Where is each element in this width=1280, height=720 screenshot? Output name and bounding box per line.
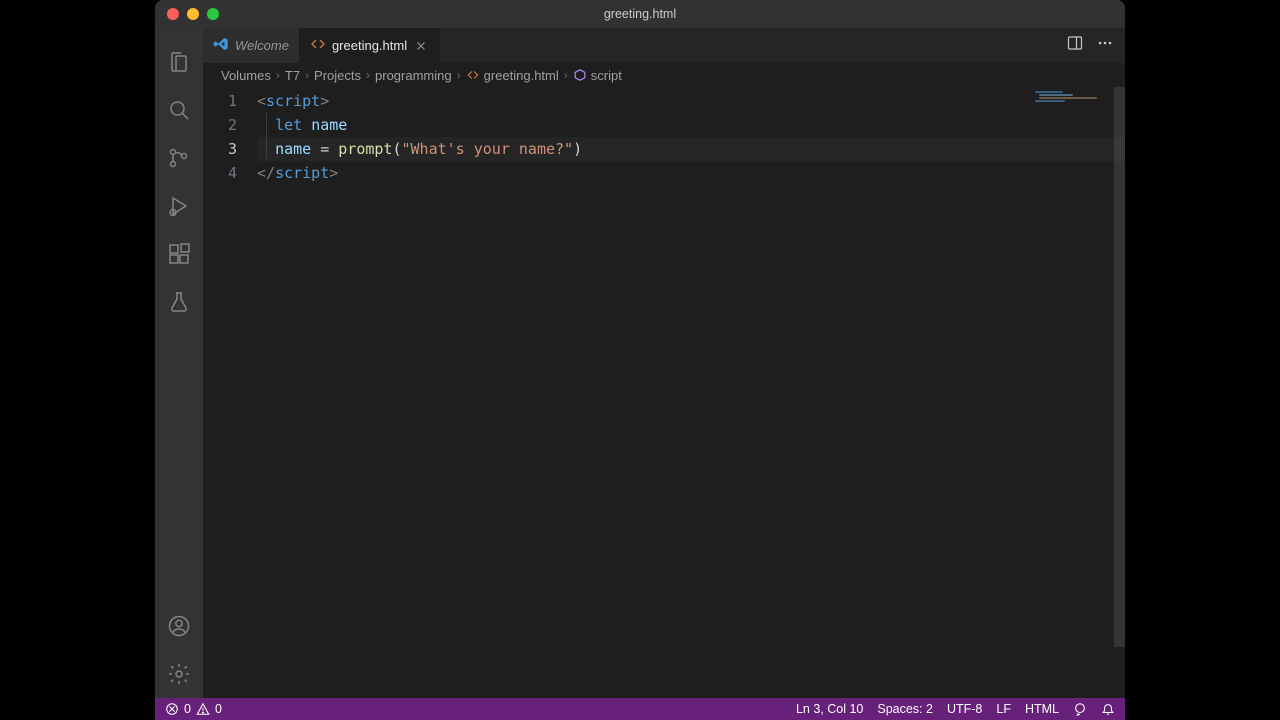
breadcrumbs[interactable]: Volumes› T7› Projects› programming› gree… <box>203 63 1125 87</box>
close-tab-icon[interactable] <box>413 38 429 54</box>
feedback-icon[interactable] <box>1073 702 1087 716</box>
code-line: <script> <box>257 89 1125 113</box>
scrollbar-thumb[interactable] <box>1114 87 1125 647</box>
settings-gear-icon[interactable] <box>155 650 203 698</box>
line-gutter: 1 2 3 4 <box>203 87 257 698</box>
line-number: 4 <box>203 161 237 185</box>
titlebar: greeting.html <box>155 0 1125 28</box>
tab-welcome[interactable]: Welcome <box>203 28 300 63</box>
warning-count: 0 <box>215 702 222 716</box>
breadcrumb-segment[interactable]: Volumes <box>221 68 271 83</box>
source-control-icon[interactable] <box>155 134 203 182</box>
error-count: 0 <box>184 702 191 716</box>
maximize-icon[interactable] <box>207 8 219 20</box>
line-number: 3 <box>203 137 237 161</box>
tab-bar: Welcome greeting.html <box>203 28 1125 63</box>
code-line: let name <box>257 113 1125 137</box>
breadcrumb-symbol[interactable]: script <box>573 68 622 83</box>
activity-bar <box>155 28 203 698</box>
status-problems[interactable]: 0 0 <box>165 702 222 716</box>
editor-group: Welcome greeting.html <box>203 28 1125 698</box>
search-icon[interactable] <box>155 86 203 134</box>
breadcrumb-segment[interactable]: T7 <box>285 68 300 83</box>
close-icon[interactable] <box>167 8 179 20</box>
explorer-icon[interactable] <box>155 38 203 86</box>
vscode-icon <box>213 36 229 55</box>
extensions-icon[interactable] <box>155 230 203 278</box>
split-editor-icon[interactable] <box>1067 35 1083 56</box>
minimap[interactable] <box>1035 91 1115 105</box>
line-number: 2 <box>203 113 237 137</box>
breadcrumb-file[interactable]: greeting.html <box>466 68 559 83</box>
code-content[interactable]: <script> let name name = prompt("What's … <box>257 87 1125 698</box>
editor-actions <box>1055 28 1125 63</box>
tab-label: greeting.html <box>332 38 407 53</box>
status-indent[interactable]: Spaces: 2 <box>877 702 933 716</box>
vertical-scrollbar[interactable] <box>1114 87 1125 698</box>
more-actions-icon[interactable] <box>1097 35 1113 56</box>
status-bar: 0 0 Ln 3, Col 10 Spaces: 2 UTF-8 LF HTML <box>155 698 1125 720</box>
breadcrumb-segment[interactable]: programming <box>375 68 452 83</box>
window-title: greeting.html <box>155 7 1125 21</box>
account-icon[interactable] <box>155 602 203 650</box>
window-controls <box>155 8 219 20</box>
code-editor[interactable]: 1 2 3 4 <script> let name name = prompt(… <box>203 87 1125 698</box>
status-language[interactable]: HTML <box>1025 702 1059 716</box>
status-cursor[interactable]: Ln 3, Col 10 <box>796 702 863 716</box>
debug-icon[interactable] <box>155 182 203 230</box>
code-line: name = prompt("What's your name?") <box>257 137 1125 161</box>
status-eol[interactable]: LF <box>996 702 1011 716</box>
breadcrumb-segment[interactable]: Projects <box>314 68 361 83</box>
html-file-icon <box>310 36 326 55</box>
notifications-icon[interactable] <box>1101 702 1115 716</box>
tab-greeting[interactable]: greeting.html <box>300 28 440 63</box>
code-line: </script> <box>257 161 1125 185</box>
editor-window: greeting.html <box>155 0 1125 720</box>
minimize-icon[interactable] <box>187 8 199 20</box>
indent-guide <box>266 113 267 159</box>
testing-icon[interactable] <box>155 278 203 326</box>
line-number: 1 <box>203 89 237 113</box>
workbench-body: Welcome greeting.html <box>155 28 1125 698</box>
tab-label: Welcome <box>235 38 289 53</box>
status-encoding[interactable]: UTF-8 <box>947 702 982 716</box>
